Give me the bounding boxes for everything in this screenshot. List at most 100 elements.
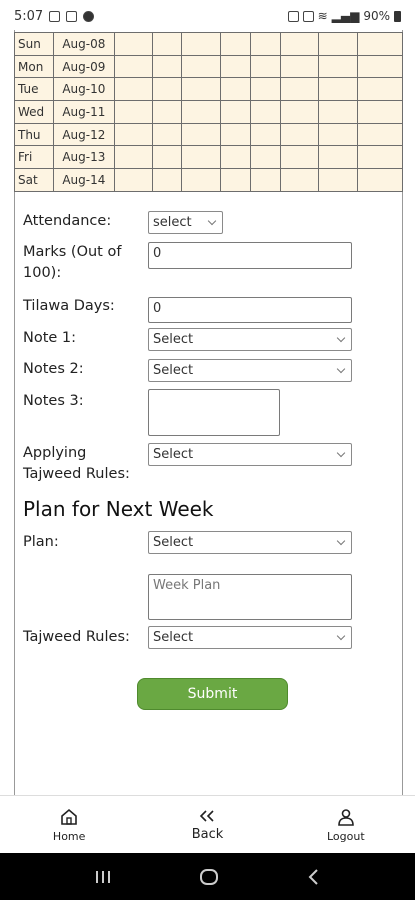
empty-cell[interactable] [113,54,153,79]
notes2-label: Notes 2: [23,361,84,377]
empty-cell[interactable] [357,54,403,79]
empty-cell[interactable] [279,77,319,102]
notes3-textarea[interactable] [148,389,280,436]
empty-cell[interactable] [181,145,222,170]
nav-back[interactable]: Back [138,796,276,853]
empty-cell[interactable] [357,122,403,147]
chevron-down-icon [336,631,346,641]
empty-cell[interactable] [113,122,153,147]
attendance-select-value: select [153,215,192,230]
empty-cell[interactable] [249,122,281,147]
empty-cell[interactable] [357,100,403,124]
empty-cell[interactable] [113,32,153,56]
empty-cell[interactable] [113,77,153,102]
week-plan-textarea[interactable]: Week Plan [148,574,352,620]
nav-logout[interactable]: Logout [277,796,415,853]
notes2-select[interactable]: Select [148,359,352,382]
tilawa-days-input[interactable]: 0 [148,297,352,323]
empty-cell[interactable] [220,54,251,79]
empty-cell[interactable] [279,122,319,147]
plan-section-title: Plan for Next Week [23,497,214,521]
empty-cell[interactable] [317,100,359,124]
date-cell: Aug-11 [52,100,115,124]
empty-cell[interactable] [317,77,359,102]
empty-cell[interactable] [220,122,251,147]
empty-cell[interactable] [220,32,251,56]
empty-cell[interactable] [151,54,183,79]
empty-cell[interactable] [181,32,222,56]
empty-cell[interactable] [151,100,183,124]
back-button-icon[interactable] [307,868,321,886]
empty-cell[interactable] [151,77,183,102]
app-icon [83,10,95,22]
day-cell: Thu [14,122,54,147]
chevron-down-icon [336,536,346,546]
tajweed-apply-select[interactable]: Select [148,443,352,466]
notification-icon [49,10,61,22]
empty-cell[interactable] [151,122,183,147]
empty-cell[interactable] [113,100,153,124]
empty-cell[interactable] [249,32,281,56]
empty-cell[interactable] [151,145,183,170]
empty-cell[interactable] [113,168,153,192]
empty-cell[interactable] [151,168,183,192]
empty-cell[interactable] [279,100,319,124]
empty-cell[interactable] [220,100,251,124]
nav-home[interactable]: Home [0,796,138,853]
bottom-nav: Home Back Logout [0,795,415,853]
empty-cell[interactable] [279,145,319,170]
empty-cell[interactable] [181,100,222,124]
empty-cell[interactable] [249,77,281,102]
notes3-label: Notes 3: [23,393,84,409]
note1-select[interactable]: Select [148,328,352,351]
battery-percent: 90% [363,9,390,23]
empty-cell[interactable] [357,145,403,170]
date-cell: Aug-10 [52,77,115,102]
attendance-label: Attendance: [23,213,112,229]
user-icon [336,807,356,827]
empty-cell[interactable] [279,54,319,79]
empty-cell[interactable] [317,168,359,192]
empty-cell[interactable] [317,122,359,147]
empty-cell[interactable] [249,100,281,124]
empty-cell[interactable] [249,168,281,192]
wifi-icon: ≋ [317,9,328,23]
empty-cell[interactable] [317,54,359,79]
empty-cell[interactable] [279,32,319,56]
empty-cell[interactable] [151,32,183,56]
empty-cell[interactable] [220,77,251,102]
empty-cell[interactable] [181,77,222,102]
empty-cell[interactable] [279,168,319,192]
empty-cell[interactable] [181,54,222,79]
empty-cell[interactable] [357,168,403,192]
table-row: Sun Aug-08 [14,32,403,56]
home-icon [59,807,79,827]
empty-cell[interactable] [249,145,281,170]
empty-cell[interactable] [220,145,251,170]
empty-cell[interactable] [220,168,251,192]
note1-label: Note 1: [23,330,77,346]
empty-cell[interactable] [181,168,222,192]
nav-home-label: Home [52,829,86,843]
attendance-select[interactable]: select [148,211,223,234]
marks-input[interactable]: 0 [148,242,352,269]
recent-apps-icon[interactable] [94,869,112,885]
empty-cell[interactable] [249,54,281,79]
empty-cell[interactable] [113,145,153,170]
submit-button[interactable]: Submit [137,678,288,710]
empty-cell[interactable] [357,77,403,102]
tajweed-rules-select[interactable]: Select [148,626,352,649]
chevron-down-icon [207,216,217,226]
chevron-down-icon [336,364,346,374]
empty-cell[interactable] [317,145,359,170]
plan-select[interactable]: Select [148,531,352,554]
empty-cell[interactable] [357,32,403,56]
mute-icon [302,10,314,22]
empty-cell[interactable] [317,32,359,56]
note1-select-value: Select [153,332,194,347]
home-button-icon[interactable] [199,868,219,886]
tajweed-rules-select-value: Select [153,630,194,645]
notes2-select-value: Select [153,363,194,378]
empty-cell[interactable] [181,122,222,147]
tilawa-days-label: Tilawa Days: [23,298,115,314]
